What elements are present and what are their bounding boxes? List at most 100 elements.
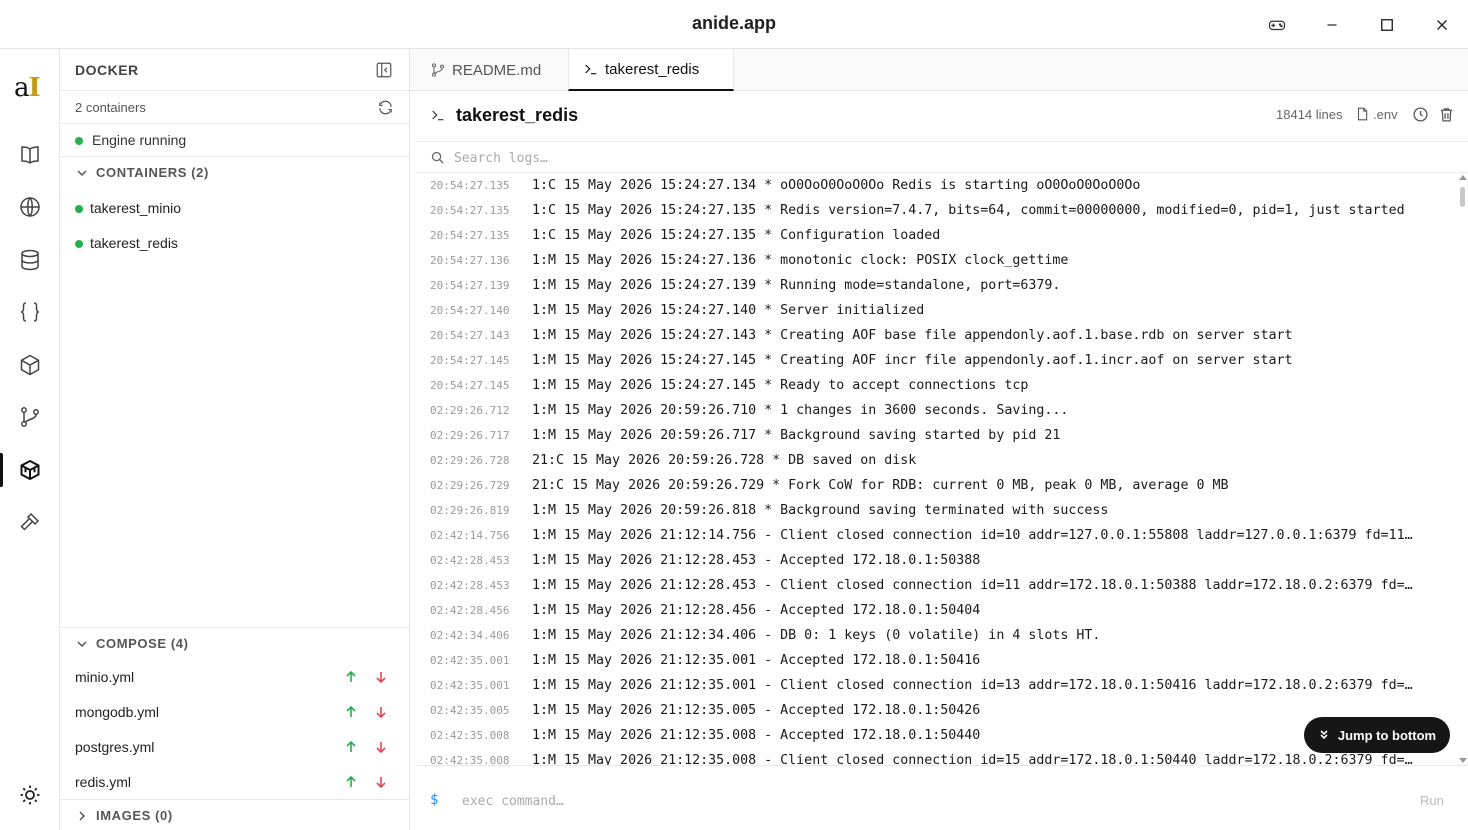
activity-json[interactable] (15, 297, 45, 327)
book-icon (21, 146, 39, 164)
log-message: 1:M 15 May 2026 15:24:27.139 * Running m… (532, 278, 1061, 293)
compose-section-header[interactable]: COMPOSE (4) (60, 628, 410, 660)
log-message: 1:M 15 May 2026 15:24:27.145 * Ready to … (532, 378, 1029, 393)
run-button[interactable]: Run (1420, 793, 1444, 808)
compose-section-label: COMPOSE (4) (96, 636, 189, 651)
hammer-icon (20, 512, 40, 531)
log-timestamp: 02:42:35.008 (430, 729, 510, 742)
env-file-button[interactable]: .env (1373, 107, 1398, 122)
tab-takerest-redis[interactable]: takerest_redis (568, 49, 734, 91)
scroll-thumb[interactable] (1460, 187, 1465, 207)
compose-up-icon[interactable] (344, 670, 358, 684)
log-message: 1:M 15 May 2026 21:12:14.756 - Client cl… (532, 528, 1413, 543)
search-input[interactable] (454, 147, 1354, 169)
clock-icon[interactable] (1412, 106, 1429, 123)
activity-packages[interactable] (15, 350, 45, 380)
log-message: 1:M 15 May 2026 21:12:28.453 - Accepted … (532, 553, 981, 568)
log-timestamp: 02:42:28.453 (430, 579, 510, 592)
containers-section-label: CONTAINERS (2) (96, 165, 209, 180)
log-timestamp: 02:29:26.819 (430, 504, 510, 517)
log-line: 02:42:14.756 1:M 15 May 2026 21:12:14.756… (416, 523, 1460, 548)
main-panel: README.md takerest_redis takerest_redis … (410, 49, 1468, 830)
cube-icon (20, 354, 40, 376)
maximize-button[interactable] (1373, 11, 1401, 39)
chevron-down-icon (77, 641, 87, 648)
log-line: 20:54:27.143 1:M 15 May 2026 15:24:27.143… (416, 323, 1460, 348)
app-logo: aI (14, 73, 41, 103)
container-item[interactable]: takerest_redis (60, 226, 410, 260)
refresh-icon[interactable] (377, 99, 394, 116)
tab-readme[interactable]: README.md (410, 49, 568, 91)
activity-database[interactable] (15, 245, 45, 275)
log-timestamp: 20:54:27.135 (430, 229, 510, 242)
container-item[interactable]: takerest_minio (60, 191, 410, 225)
gamepad-icon (1268, 20, 1286, 31)
log-timestamp: 02:42:28.456 (430, 604, 510, 617)
log-timestamp: 20:54:27.139 (430, 279, 510, 292)
containers-section-header[interactable]: CONTAINERS (2) (60, 157, 410, 189)
log-timestamp: 20:54:27.145 (430, 379, 510, 392)
compose-up-icon[interactable] (344, 740, 358, 754)
compose-item[interactable]: postgres.yml (60, 730, 410, 765)
log-line: 02:42:28.453 1:M 15 May 2026 21:12:28.453… (416, 548, 1460, 573)
globe-icon (20, 197, 40, 217)
containers-count: 2 containers (75, 100, 146, 115)
close-button[interactable] (1428, 11, 1456, 39)
collapse-sidebar-icon[interactable] (375, 61, 393, 79)
compose-item[interactable]: mongodb.yml (60, 695, 410, 730)
log-line: 20:54:27.135 1:C 15 May 2026 15:24:27.135… (416, 223, 1460, 248)
log-message: 1:C 15 May 2026 15:24:27.134 * oO0OoO0Oo… (532, 178, 1141, 193)
compose-up-icon[interactable] (344, 775, 358, 789)
jump-to-bottom-button[interactable]: Jump to bottom (1304, 717, 1450, 753)
log-scrollbar[interactable] (1458, 173, 1468, 765)
theme-toggle[interactable] (15, 780, 45, 810)
activity-web[interactable] (15, 192, 45, 222)
activity-docs[interactable] (15, 140, 45, 170)
images-section-label: IMAGES (0) (96, 808, 173, 823)
exec-command-input[interactable] (462, 790, 1362, 812)
compose-down-icon[interactable] (374, 740, 388, 754)
trash-icon[interactable] (1438, 106, 1455, 123)
compose-section: COMPOSE (4) minio.yml mongodb.yml postgr… (60, 627, 410, 790)
minimize-button[interactable] (1318, 11, 1346, 39)
scroll-up-arrow[interactable] (1459, 175, 1467, 180)
git-branch-icon (431, 63, 445, 77)
terminal-icon (585, 64, 597, 75)
compose-file-name: mongodb.yml (75, 704, 160, 720)
scroll-down-arrow[interactable] (1459, 758, 1467, 763)
log-message: 1:M 15 May 2026 21:12:35.001 - Accepted … (532, 653, 981, 668)
log-line: 02:42:34.406 1:M 15 May 2026 21:12:34.406… (416, 623, 1460, 648)
log-line: 20:54:27.139 1:M 15 May 2026 15:24:27.139… (416, 273, 1460, 298)
activity-tools[interactable] (15, 507, 45, 537)
log-timestamp: 20:54:27.140 (430, 304, 510, 317)
tab-label: takerest_redis (605, 60, 700, 78)
log-timestamp: 02:42:35.008 (430, 754, 510, 765)
activity-docker[interactable] (15, 455, 45, 485)
log-line: 20:54:27.145 1:M 15 May 2026 15:24:27.145… (416, 348, 1460, 373)
gamepad-button[interactable] (1263, 11, 1291, 39)
log-message: 1:M 15 May 2026 15:24:27.143 * Creating … (532, 328, 1293, 343)
file-icon[interactable] (1355, 107, 1369, 121)
log-timestamp: 02:29:26.728 (430, 454, 510, 467)
log-message: 1:C 15 May 2026 15:24:27.135 * Configura… (532, 228, 941, 243)
activity-git[interactable] (15, 402, 45, 432)
log-line: 20:54:27.140 1:M 15 May 2026 15:24:27.140… (416, 298, 1460, 323)
compose-item[interactable]: redis.yml (60, 765, 410, 800)
compose-up-icon[interactable] (344, 705, 358, 719)
chevrons-down-icon (1320, 730, 1328, 740)
compose-down-icon[interactable] (374, 705, 388, 719)
compose-down-icon[interactable] (374, 670, 388, 684)
git-branch-icon (21, 407, 39, 427)
compose-down-icon[interactable] (374, 775, 388, 789)
images-section-header[interactable]: IMAGES (0) (60, 799, 410, 830)
log-line: 02:29:26.819 1:M 15 May 2026 20:59:26.818… (416, 498, 1460, 523)
log-line: 02:42:28.453 1:M 15 May 2026 21:12:28.453… (416, 573, 1460, 598)
log-line: 02:42:35.008 1:M 15 May 2026 21:12:35.008… (416, 748, 1460, 765)
compose-item[interactable]: minio.yml (60, 660, 410, 695)
log-message: 1:M 15 May 2026 21:12:35.008 - Accepted … (532, 728, 981, 743)
log-output[interactable]: 20:54:27.135 1:C 15 May 2026 15:24:27.134… (416, 173, 1460, 765)
log-message: 1:M 15 May 2026 21:12:34.406 - DB 0: 1 k… (532, 628, 1101, 643)
log-message: 1:M 15 May 2026 20:59:26.818 * Backgroun… (532, 503, 1109, 518)
log-message: 21:C 15 May 2026 20:59:26.728 * DB saved… (532, 453, 917, 468)
log-message: 1:M 15 May 2026 20:59:26.710 * 1 changes… (532, 403, 1069, 418)
